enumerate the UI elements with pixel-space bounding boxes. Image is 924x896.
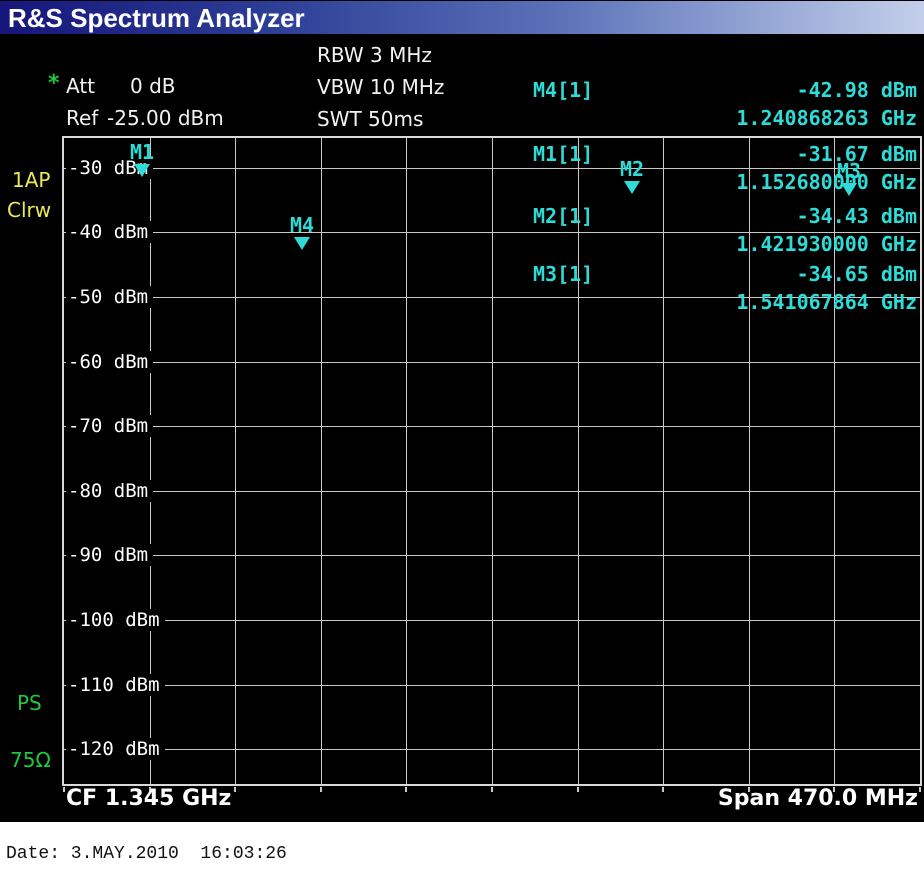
marker-readout-panel: M4[1] -42.98 dBm 1.240868263 GHz M1[1] -… [533,0,917,320]
footer-strip: Date: 3.MAY.2010 16:03:26 [0,822,924,896]
marker-readout-label: M2[1] [533,204,593,228]
marker-readout-row: M4[1] -42.98 dBm 1.240868263 GHz [533,78,917,130]
marker-m1-glyph[interactable]: M1 [127,142,157,177]
marker-readout-label: M1[1] [533,142,593,166]
date-text: Date: 3.MAY.2010 16:03:26 [6,844,287,864]
att-label: Att [66,74,95,98]
center-frequency-readout: CF 1.345 GHz [66,786,231,811]
marker-frequency-value: 1.152680000 GHz [736,170,917,194]
att-modified-asterisk-icon: * [48,71,60,96]
x-axis-tick [405,787,407,792]
marker-triangle-icon [294,237,310,250]
trace-number-label: 1AP [12,168,50,192]
rbw-readout: RBW 3 MHz [317,43,432,67]
marker-m4-label: M4 [287,215,317,235]
impedance-label: 75Ω [10,748,51,772]
vbw-readout: VBW 10 MHz [317,75,444,99]
marker-readout-label: M4[1] [533,78,593,102]
marker-level-value: -31.67 dBm [797,142,917,166]
marker-frequency-value: 1.541067864 GHz [736,290,917,314]
marker-readout-row: M2[1] -34.43 dBm 1.421930000 GHz [533,204,917,256]
marker-readout-label: M3[1] [533,262,593,286]
marker-level-value: -34.65 dBm [797,262,917,286]
marker-triangle-icon [134,164,150,177]
span-readout: Span 470.0 MHz [718,786,918,811]
marker-frequency-value: 1.240868263 GHz [736,106,917,130]
marker-m1-label: M1 [127,142,157,162]
x-axis-tick [919,787,921,792]
att-value: 0 dB [130,74,176,98]
spectrum-analyzer-screen: R&S Spectrum Analyzer * Att 0 dB Ref -25… [0,0,924,822]
marker-m4-glyph[interactable]: M4 [287,215,317,250]
x-axis-tick [662,787,664,792]
app-title: R&S Spectrum Analyzer [8,3,305,34]
x-axis-tick [491,787,493,792]
trace-mode-label: Clrw [7,198,51,222]
detector-label: PS [17,691,42,715]
x-axis-tick [577,787,579,792]
marker-frequency-value: 1.421930000 GHz [736,232,917,256]
x-axis-tick [234,787,236,792]
x-axis-tick [63,787,65,792]
marker-readout-row: M3[1] -34.65 dBm 1.541067864 GHz [533,262,917,314]
x-axis-tick [320,787,322,792]
marker-level-value: -34.43 dBm [797,204,917,228]
ref-value: -25.00 dBm [107,106,224,130]
marker-readout-row: M1[1] -31.67 dBm 1.152680000 GHz [533,142,917,194]
ref-label: Ref [66,106,98,130]
marker-level-value: -42.98 dBm [797,78,917,102]
swt-readout: SWT 50ms [317,107,423,131]
